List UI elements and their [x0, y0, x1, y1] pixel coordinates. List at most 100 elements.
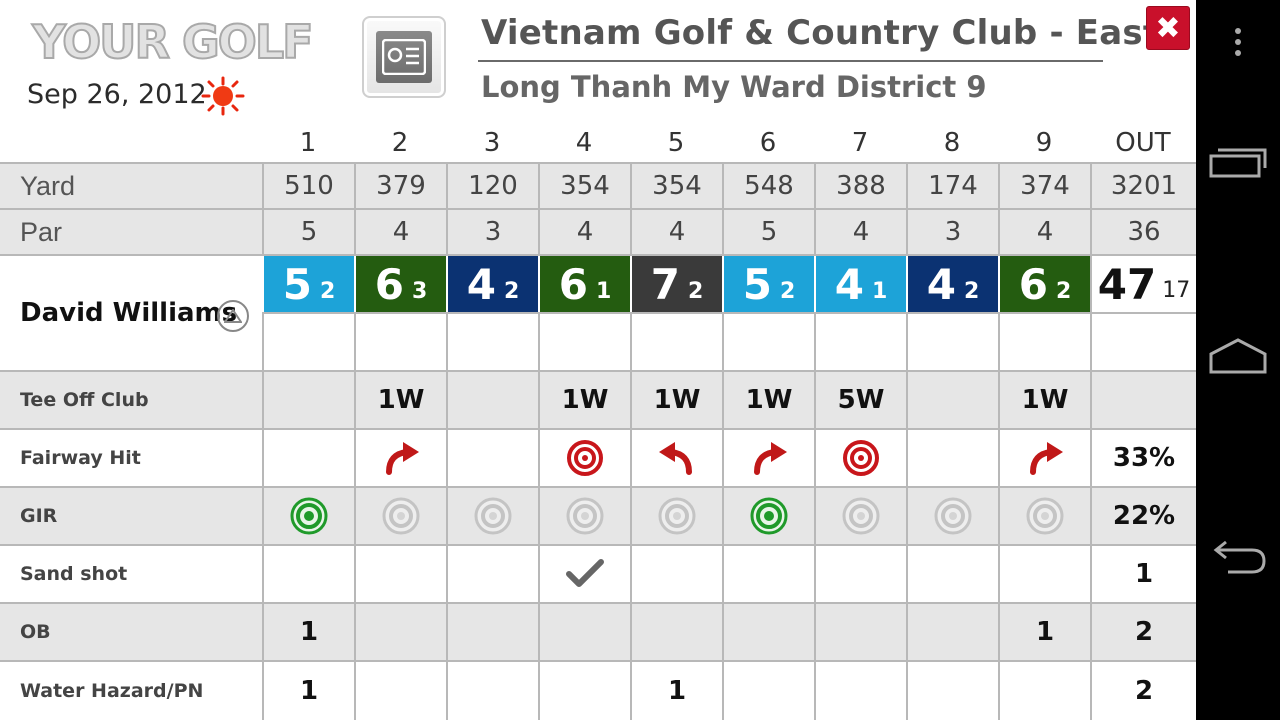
sand-shot-cell-total-value: 1 — [1134, 559, 1154, 589]
gir-hit-icon — [290, 497, 328, 535]
yard-cell-value: 174 — [928, 171, 978, 201]
ob-cell — [630, 604, 722, 660]
ob-cell — [722, 604, 814, 660]
ob-row: OB 1 1 2 — [0, 602, 1196, 660]
yard-cell-total-value: 3201 — [1110, 171, 1178, 201]
fairway-cell-total-value: 33% — [1112, 443, 1176, 473]
putt-count: 2 — [779, 278, 796, 304]
hole-score-cell[interactable]: 42 — [906, 256, 998, 312]
putt-count: 2 — [1055, 278, 1072, 304]
fairway-cell — [630, 430, 722, 486]
water-hazard-row: Water Hazard/PN 1 1 2 — [0, 660, 1196, 720]
tee-club-cell: 1W — [354, 372, 446, 428]
hole-score-cell[interactable]: 63 — [354, 256, 446, 312]
par-cell: 4 — [354, 210, 446, 254]
course-info-button[interactable] — [362, 16, 446, 98]
hole-score-cell[interactable]: 41 — [814, 256, 906, 312]
water-hazard-cell — [354, 662, 446, 720]
hole-number-row: 1 2 3 4 5 6 7 8 9 OUT — [0, 124, 1196, 162]
course-address: Long Thanh My Ward District 9 — [481, 70, 987, 104]
recent-apps-icon[interactable] — [1196, 140, 1280, 184]
par-cell: 5 — [262, 210, 354, 254]
ob-label: OB — [20, 621, 51, 643]
yard-cell: 548 — [722, 164, 814, 208]
hole-score-detail-cell[interactable] — [446, 312, 538, 370]
gir-row: GIR 22% — [0, 486, 1196, 544]
water-hazard-cell — [906, 662, 998, 720]
player-name: David Williams — [20, 298, 238, 328]
overflow-menu-icon[interactable] — [1196, 22, 1280, 62]
stroke-count: 6 — [558, 259, 588, 309]
gir-cell — [906, 488, 998, 544]
hole-score-detail-cell[interactable] — [630, 312, 722, 370]
par-cell: 4 — [998, 210, 1090, 254]
hole-score-cell[interactable]: 61 — [538, 256, 630, 312]
par-cell-value: 4 — [392, 217, 410, 247]
header-divider — [478, 60, 1103, 62]
svg-text:YOUR GOLF: YOUR GOLF — [31, 15, 311, 66]
stroke-count: 7 — [650, 259, 680, 309]
close-button[interactable]: ✖ — [1146, 6, 1190, 50]
fairway-cell — [538, 430, 630, 486]
putt-count: 1 — [871, 278, 888, 304]
gir-cell — [538, 488, 630, 544]
sand-shot-cell — [262, 546, 354, 602]
hole-score-cell[interactable]: 42 — [446, 256, 538, 312]
ob-cell: 1 — [262, 604, 354, 660]
hole-score-cell[interactable]: 52 — [262, 256, 354, 312]
hole-score-cell[interactable]: 72 — [630, 256, 722, 312]
sand-shot-cell — [538, 546, 630, 602]
hole-score-detail-cell[interactable] — [722, 312, 814, 370]
tee-club-cell-value: 1W — [561, 385, 609, 415]
stroke-count: 6 — [1018, 259, 1048, 309]
tee-club-cell-total — [1090, 372, 1196, 428]
gir-cell — [814, 488, 906, 544]
par-cell: 4 — [538, 210, 630, 254]
player-row[interactable]: David Williams 5 2 6 3 4 2 6 1 7 2 5 2 4 1 4 2 6 2 47 17 — [0, 254, 1196, 370]
tee-club-cell: 1W — [630, 372, 722, 428]
par-cell: 4 — [630, 210, 722, 254]
hole-score-detail-cell[interactable] — [538, 312, 630, 370]
putt-count: 1 — [595, 278, 612, 304]
sand-shot-cell — [446, 546, 538, 602]
par-cell-value: 4 — [1036, 217, 1054, 247]
back-icon[interactable] — [1196, 536, 1280, 580]
par-cell-value: 3 — [484, 217, 502, 247]
par-cell: 5 — [722, 210, 814, 254]
par-cell: 3 — [446, 210, 538, 254]
tee-club-cell-value: 1W — [1021, 385, 1069, 415]
system-navigation-bar — [1196, 0, 1280, 720]
fairway-hit-row: Fairway Hit 33% — [0, 428, 1196, 486]
hole-score-detail-cell[interactable] — [814, 312, 906, 370]
total-strokes: 47 — [1097, 259, 1157, 309]
sand-shot-cell — [814, 546, 906, 602]
hole-score-detail-cell[interactable] — [998, 312, 1090, 370]
hole-number: 9 — [1035, 128, 1053, 158]
home-icon[interactable] — [1196, 334, 1280, 378]
water-hazard-cell — [998, 662, 1090, 720]
yard-cell-value: 388 — [836, 171, 886, 201]
yard-cell-value: 354 — [560, 171, 610, 201]
par-cell-value: 3 — [944, 217, 962, 247]
gir-cell — [722, 488, 814, 544]
sand-shot-cell — [906, 546, 998, 602]
water-hazard-label: Water Hazard/PN — [20, 680, 204, 702]
hole-number: 5 — [667, 128, 685, 158]
yard-cell-value: 354 — [652, 171, 702, 201]
water-hazard-cell — [446, 662, 538, 720]
hole-score-cell[interactable]: 62 — [998, 256, 1090, 312]
ob-cell — [446, 604, 538, 660]
triangle-up-icon[interactable] — [217, 300, 249, 332]
ob-cell-value: 1 — [299, 617, 319, 647]
hole-number: 2 — [391, 128, 409, 158]
hole-score-cell[interactable]: 52 — [722, 256, 814, 312]
stroke-count: 4 — [834, 259, 864, 309]
hole-score-detail-cell[interactable] — [262, 312, 354, 370]
water-hazard-cell-total-value: 2 — [1134, 676, 1154, 706]
hole-score-detail-cell[interactable] — [906, 312, 998, 370]
putt-count: 2 — [319, 278, 336, 304]
stroke-count: 5 — [282, 259, 312, 309]
par-cell-total-value: 36 — [1127, 217, 1161, 247]
hole-score-detail-cell[interactable] — [354, 312, 446, 370]
tee-club-cell: 1W — [722, 372, 814, 428]
